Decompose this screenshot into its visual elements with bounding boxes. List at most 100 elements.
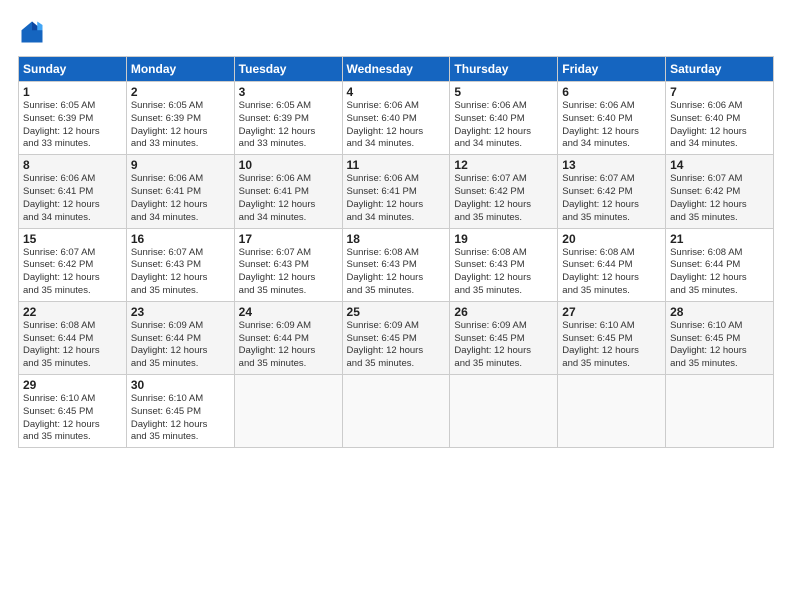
day-number: 1 [23,85,122,99]
day-info: Sunrise: 6:07 AMSunset: 6:43 PMDaylight:… [131,247,230,298]
day-number: 17 [239,232,338,246]
day-number: 4 [347,85,446,99]
day-number: 25 [347,305,446,319]
day-info: Sunrise: 6:05 AMSunset: 6:39 PMDaylight:… [239,100,338,151]
calendar-cell: 12Sunrise: 6:07 AMSunset: 6:42 PMDayligh… [450,155,558,228]
day-number: 3 [239,85,338,99]
calendar-week-row: 15Sunrise: 6:07 AMSunset: 6:42 PMDayligh… [19,228,774,301]
calendar-header: Sunday Monday Tuesday Wednesday Thursday… [19,57,774,82]
day-number: 20 [562,232,661,246]
day-info: Sunrise: 6:10 AMSunset: 6:45 PMDaylight:… [670,320,769,371]
calendar-cell: 3Sunrise: 6:05 AMSunset: 6:39 PMDaylight… [234,82,342,155]
header-row: Sunday Monday Tuesday Wednesday Thursday… [19,57,774,82]
day-info: Sunrise: 6:07 AMSunset: 6:42 PMDaylight:… [454,173,553,224]
calendar-cell: 4Sunrise: 6:06 AMSunset: 6:40 PMDaylight… [342,82,450,155]
calendar-cell: 26Sunrise: 6:09 AMSunset: 6:45 PMDayligh… [450,301,558,374]
col-saturday: Saturday [666,57,774,82]
generalblue-logo-icon [18,18,46,46]
day-info: Sunrise: 6:07 AMSunset: 6:42 PMDaylight:… [562,173,661,224]
calendar-cell: 8Sunrise: 6:06 AMSunset: 6:41 PMDaylight… [19,155,127,228]
calendar-cell: 27Sunrise: 6:10 AMSunset: 6:45 PMDayligh… [558,301,666,374]
header [18,18,774,46]
day-number: 26 [454,305,553,319]
day-number: 18 [347,232,446,246]
page: Sunday Monday Tuesday Wednesday Thursday… [0,0,792,612]
day-number: 13 [562,158,661,172]
day-info: Sunrise: 6:10 AMSunset: 6:45 PMDaylight:… [131,393,230,444]
calendar-cell: 16Sunrise: 6:07 AMSunset: 6:43 PMDayligh… [126,228,234,301]
day-number: 14 [670,158,769,172]
day-info: Sunrise: 6:06 AMSunset: 6:40 PMDaylight:… [670,100,769,151]
day-number: 7 [670,85,769,99]
calendar-cell: 15Sunrise: 6:07 AMSunset: 6:42 PMDayligh… [19,228,127,301]
day-number: 8 [23,158,122,172]
day-info: Sunrise: 6:07 AMSunset: 6:43 PMDaylight:… [239,247,338,298]
day-info: Sunrise: 6:06 AMSunset: 6:40 PMDaylight:… [347,100,446,151]
calendar-cell: 29Sunrise: 6:10 AMSunset: 6:45 PMDayligh… [19,375,127,448]
calendar-week-row: 22Sunrise: 6:08 AMSunset: 6:44 PMDayligh… [19,301,774,374]
day-number: 21 [670,232,769,246]
day-info: Sunrise: 6:06 AMSunset: 6:41 PMDaylight:… [239,173,338,224]
day-number: 15 [23,232,122,246]
day-number: 2 [131,85,230,99]
day-info: Sunrise: 6:05 AMSunset: 6:39 PMDaylight:… [23,100,122,151]
day-number: 9 [131,158,230,172]
calendar-cell [342,375,450,448]
col-wednesday: Wednesday [342,57,450,82]
day-number: 6 [562,85,661,99]
calendar-week-row: 29 Sunrise: 6:10 AMSunset: 6:45 PMDayligh… [19,375,774,448]
day-number: 28 [670,305,769,319]
calendar-cell: 6Sunrise: 6:06 AMSunset: 6:40 PMDaylight… [558,82,666,155]
calendar-cell [666,375,774,448]
day-number: 23 [131,305,230,319]
calendar-cell: 23Sunrise: 6:09 AMSunset: 6:44 PMDayligh… [126,301,234,374]
col-monday: Monday [126,57,234,82]
day-number: 10 [239,158,338,172]
day-number: 5 [454,85,553,99]
day-info: Sunrise: 6:09 AMSunset: 6:44 PMDaylight:… [239,320,338,371]
calendar-cell: 30Sunrise: 6:10 AMSunset: 6:45 PMDayligh… [126,375,234,448]
col-thursday: Thursday [450,57,558,82]
calendar-cell [234,375,342,448]
day-info: Sunrise: 6:08 AMSunset: 6:44 PMDaylight:… [23,320,122,371]
day-info: Sunrise: 6:08 AMSunset: 6:44 PMDaylight:… [670,247,769,298]
day-number: 24 [239,305,338,319]
day-info: Sunrise: 6:08 AMSunset: 6:43 PMDaylight:… [347,247,446,298]
calendar-cell: 21Sunrise: 6:08 AMSunset: 6:44 PMDayligh… [666,228,774,301]
calendar-body: 1Sunrise: 6:05 AMSunset: 6:39 PMDaylight… [19,82,774,448]
col-tuesday: Tuesday [234,57,342,82]
calendar-cell: 5Sunrise: 6:06 AMSunset: 6:40 PMDaylight… [450,82,558,155]
calendar-week-row: 8Sunrise: 6:06 AMSunset: 6:41 PMDaylight… [19,155,774,228]
day-info: Sunrise: 6:06 AMSunset: 6:41 PMDaylight:… [347,173,446,224]
day-info: Sunrise: 6:08 AMSunset: 6:43 PMDaylight:… [454,247,553,298]
day-number: 27 [562,305,661,319]
day-number: 29 [23,378,122,392]
day-number: 22 [23,305,122,319]
col-sunday: Sunday [19,57,127,82]
day-info: Sunrise: 6:05 AMSunset: 6:39 PMDaylight:… [131,100,230,151]
calendar-cell [558,375,666,448]
calendar-cell: 17Sunrise: 6:07 AMSunset: 6:43 PMDayligh… [234,228,342,301]
calendar-cell: 18Sunrise: 6:08 AMSunset: 6:43 PMDayligh… [342,228,450,301]
calendar-cell: 7Sunrise: 6:06 AMSunset: 6:40 PMDaylight… [666,82,774,155]
calendar-cell [450,375,558,448]
calendar-cell: 11Sunrise: 6:06 AMSunset: 6:41 PMDayligh… [342,155,450,228]
calendar-cell: 14Sunrise: 6:07 AMSunset: 6:42 PMDayligh… [666,155,774,228]
calendar-cell: 10Sunrise: 6:06 AMSunset: 6:41 PMDayligh… [234,155,342,228]
calendar-cell: 2Sunrise: 6:05 AMSunset: 6:39 PMDaylight… [126,82,234,155]
calendar-week-row: 1Sunrise: 6:05 AMSunset: 6:39 PMDaylight… [19,82,774,155]
calendar-cell: 9Sunrise: 6:06 AMSunset: 6:41 PMDaylight… [126,155,234,228]
day-info: Sunrise: 6:06 AMSunset: 6:41 PMDaylight:… [23,173,122,224]
day-info: Sunrise: 6:09 AMSunset: 6:45 PMDaylight:… [347,320,446,371]
day-number: 11 [347,158,446,172]
day-info: Sunrise: 6:09 AMSunset: 6:45 PMDaylight:… [454,320,553,371]
calendar-cell: 20Sunrise: 6:08 AMSunset: 6:44 PMDayligh… [558,228,666,301]
calendar-cell: 13Sunrise: 6:07 AMSunset: 6:42 PMDayligh… [558,155,666,228]
calendar-cell: 25Sunrise: 6:09 AMSunset: 6:45 PMDayligh… [342,301,450,374]
day-info: Sunrise: 6:07 AMSunset: 6:42 PMDaylight:… [23,247,122,298]
day-info: Sunrise: 6:07 AMSunset: 6:42 PMDaylight:… [670,173,769,224]
day-info: Sunrise: 6:06 AMSunset: 6:40 PMDaylight:… [562,100,661,151]
day-info: Sunrise: 6:06 AMSunset: 6:41 PMDaylight:… [131,173,230,224]
day-number: 30 [131,378,230,392]
calendar-cell: 1Sunrise: 6:05 AMSunset: 6:39 PMDaylight… [19,82,127,155]
